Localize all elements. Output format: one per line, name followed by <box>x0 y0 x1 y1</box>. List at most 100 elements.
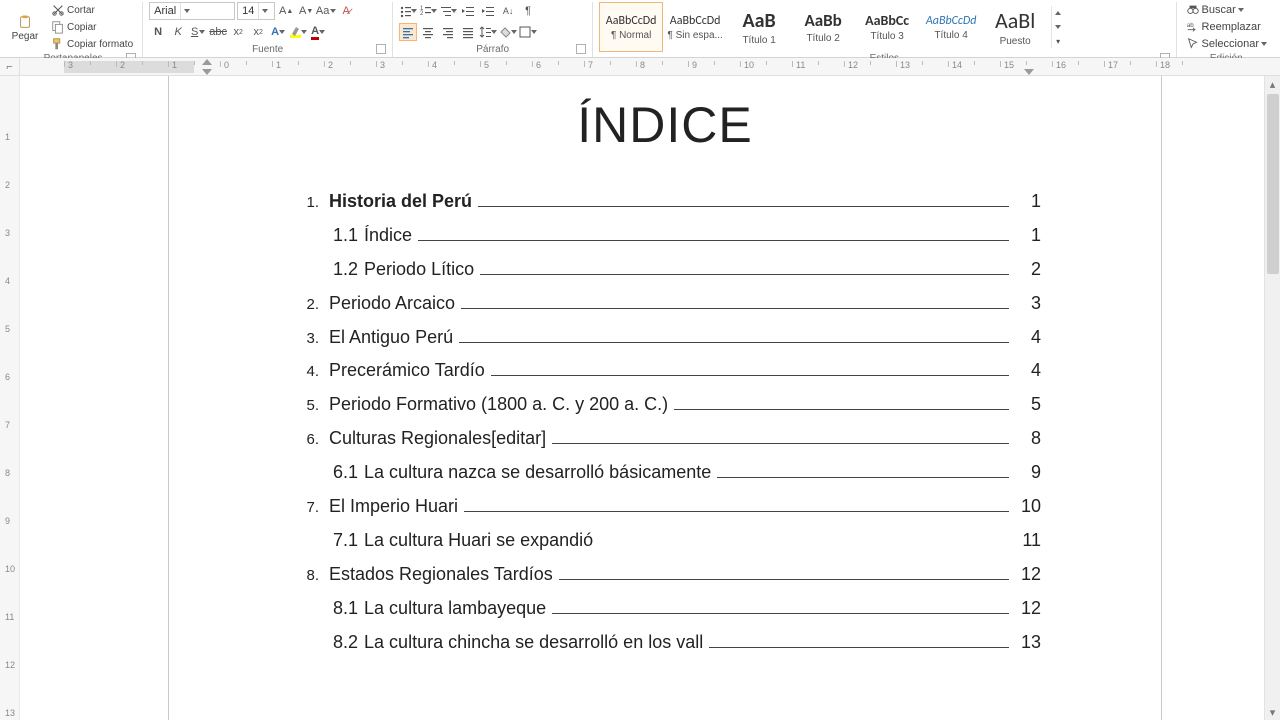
cut-button[interactable]: Cortar <box>48 2 136 18</box>
line-spacing-button[interactable] <box>479 23 497 41</box>
font-name-combo[interactable]: Arial <box>149 2 235 20</box>
ruler-tick: 2 <box>324 61 325 73</box>
style-item[interactable]: AaBTítulo 1 <box>727 2 791 52</box>
vruler-tick: 13 <box>5 708 15 718</box>
toc-number: 1.1 <box>333 222 364 250</box>
toc-text: El Imperio Huari <box>329 493 458 521</box>
copy-icon <box>51 20 65 34</box>
ruler-halftick <box>454 61 455 73</box>
superscript-button[interactable]: x2 <box>249 23 267 41</box>
font-color-button[interactable]: A <box>309 23 327 41</box>
hanging-indent-marker[interactable] <box>202 69 212 75</box>
styles-gallery[interactable]: AaBbCcDd¶ NormalAaBbCcDd¶ Sin espa...AaB… <box>599 2 1047 52</box>
strike-button[interactable]: abc <box>209 23 227 41</box>
first-line-indent-marker[interactable] <box>202 59 212 65</box>
group-editing: Buscar ab Reemplazar Seleccionar Edición <box>1177 2 1276 57</box>
document-body[interactable]: ÍNDICE 1. Historia del Perú11.1Índice11.… <box>169 76 1161 656</box>
cursor-icon <box>1186 37 1200 51</box>
chevron-down-icon <box>1261 42 1267 46</box>
sort-button[interactable]: A↓ <box>499 2 517 20</box>
scroll-down-button[interactable]: ▾ <box>1265 704 1280 720</box>
style-item[interactable]: AaBlPuesto <box>983 2 1047 52</box>
shrink-font-button[interactable]: A▼ <box>297 2 315 20</box>
ruler-bar: ⌐ 3210123456789101112131415161718 <box>0 58 1280 76</box>
toc-leader <box>717 477 1009 478</box>
scroll-thumb[interactable] <box>1267 94 1279 274</box>
doc-title: ÍNDICE <box>289 96 1041 154</box>
styles-expand[interactable]: ▾ <box>1052 34 1064 48</box>
ruler-tick: 16 <box>1052 61 1053 73</box>
document-canvas[interactable]: ÍNDICE 1. Historia del Perú11.1Índice11.… <box>20 76 1280 720</box>
style-item[interactable]: AaBbCcDdTítulo 4 <box>919 2 983 52</box>
numbering-button[interactable]: 12 <box>419 2 437 20</box>
toc-entry: 4. Precerámico Tardío4 <box>289 357 1041 385</box>
multilevel-button[interactable] <box>439 2 457 20</box>
ruler-tick: 9 <box>688 61 689 73</box>
align-center-button[interactable] <box>419 23 437 41</box>
ruler-tick: 10 <box>740 61 741 73</box>
font-dialog-launcher[interactable] <box>376 44 386 54</box>
font-size-combo[interactable]: 14 <box>237 2 275 20</box>
vertical-ruler[interactable]: 12345678910111213 <box>0 76 20 720</box>
ruler-tick: 18 <box>1156 61 1157 73</box>
shading-button[interactable] <box>499 23 517 41</box>
table-of-contents: 1. Historia del Perú11.1Índice11.2Period… <box>289 188 1041 656</box>
increase-indent-button[interactable] <box>479 2 497 20</box>
styles-scroll-down[interactable] <box>1052 20 1064 34</box>
toc-text: Precerámico Tardío <box>329 357 485 385</box>
scroll-up-button[interactable]: ▴ <box>1265 76 1280 92</box>
show-marks-button[interactable]: ¶ <box>519 2 537 20</box>
paragraph-dialog-launcher[interactable] <box>576 44 586 54</box>
select-button[interactable]: Seleccionar <box>1183 36 1270 52</box>
find-button[interactable]: Buscar <box>1183 2 1270 18</box>
style-item[interactable]: AaBbCcDd¶ Normal <box>599 2 663 52</box>
style-item[interactable]: AaBbTítulo 2 <box>791 2 855 52</box>
borders-icon <box>519 26 531 38</box>
text-effects-button[interactable]: A <box>269 23 287 41</box>
style-item[interactable]: AaBbCcDd¶ Sin espa... <box>663 2 727 52</box>
style-label: ¶ Sin espa... <box>667 30 722 41</box>
toc-page: 12 <box>1013 595 1041 623</box>
replace-button[interactable]: ab Reemplazar <box>1183 19 1270 35</box>
toc-number: 5. <box>289 394 329 417</box>
ruler-tick: 3 <box>376 61 377 73</box>
style-sample: AaBbCc <box>865 12 909 29</box>
grow-font-button[interactable]: A▲ <box>277 2 295 20</box>
style-item[interactable]: AaBbCcTítulo 3 <box>855 2 919 52</box>
toc-page: 10 <box>1013 493 1041 521</box>
style-label: Título 2 <box>806 33 839 44</box>
align-right-button[interactable] <box>439 23 457 41</box>
underline-button[interactable]: S <box>189 23 207 41</box>
vertical-scrollbar[interactable]: ▴ ▾ <box>1264 76 1280 720</box>
toc-page: 13 <box>1013 629 1041 657</box>
change-case-button[interactable]: Aa <box>317 2 335 20</box>
format-painter-button[interactable]: Copiar formato <box>48 36 136 52</box>
justify-button[interactable] <box>459 23 477 41</box>
styles-scroll-up[interactable] <box>1052 6 1064 20</box>
clear-format-button[interactable]: A̷ <box>337 2 355 20</box>
paste-button[interactable]: Pegar <box>10 11 40 43</box>
toc-entry: 6. Culturas Regionales[editar]8 <box>289 425 1041 453</box>
bullets-button[interactable] <box>399 2 417 20</box>
borders-button[interactable] <box>519 23 537 41</box>
toc-leader <box>559 579 1009 580</box>
ruler-halftick <box>1078 61 1079 73</box>
subscript-button[interactable]: x2 <box>229 23 247 41</box>
right-indent-marker[interactable] <box>1024 69 1034 75</box>
horizontal-ruler[interactable]: 3210123456789101112131415161718 <box>20 58 1280 75</box>
decrease-indent-button[interactable] <box>459 2 477 20</box>
highlight-button[interactable] <box>289 23 307 41</box>
toc-page: 11 <box>1013 527 1041 555</box>
align-left-button[interactable] <box>399 23 417 41</box>
toc-page: 8 <box>1013 425 1041 453</box>
page: ÍNDICE 1. Historia del Perú11.1Índice11.… <box>168 76 1162 720</box>
align-left-icon <box>401 25 415 39</box>
toc-number: 3. <box>289 327 329 350</box>
copy-button[interactable]: Copiar <box>48 19 136 35</box>
bold-button[interactable]: N <box>149 23 167 41</box>
toc-text: Culturas Regionales[editar] <box>329 425 546 453</box>
toc-page: 4 <box>1013 324 1041 352</box>
toc-leader <box>459 342 1009 343</box>
ribbon: Pegar Cortar Copiar Copiar formato Porta… <box>0 0 1280 58</box>
italic-button[interactable]: K <box>169 23 187 41</box>
